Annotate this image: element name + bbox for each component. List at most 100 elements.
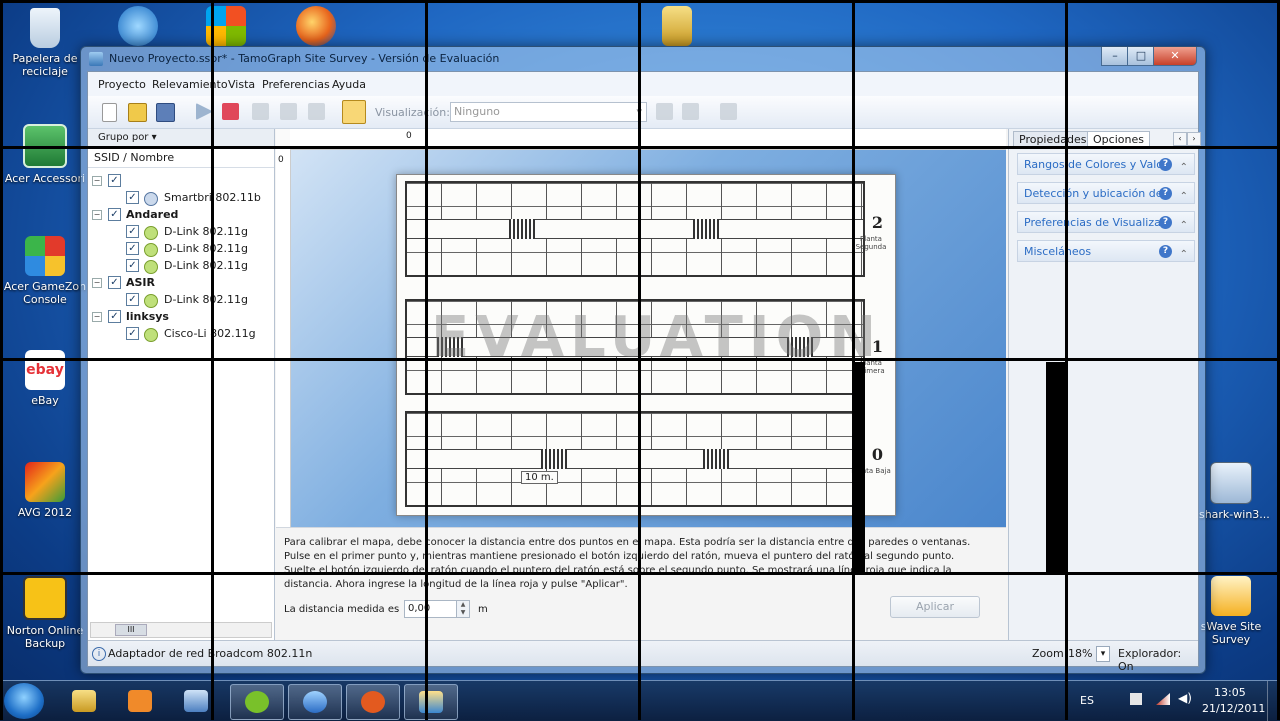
help-icon[interactable]: ? xyxy=(1159,187,1172,200)
tab-prev-icon[interactable]: ‹ xyxy=(1173,132,1187,146)
section-detection[interactable]: Detección y ubicación de ? ⌃ xyxy=(1017,182,1195,204)
new-file-icon[interactable] xyxy=(102,103,117,122)
route-tool-icon[interactable] xyxy=(280,103,297,120)
tree-ap[interactable]: ✓ D-Link 802.11g xyxy=(92,292,262,308)
taskbar-film[interactable] xyxy=(346,684,400,720)
collapse-icon[interactable]: − xyxy=(92,278,102,288)
help-icon[interactable]: ? xyxy=(1159,245,1172,258)
checkbox[interactable]: ✓ xyxy=(126,242,139,255)
stop-icon[interactable] xyxy=(222,103,239,120)
tree-group[interactable]: − ✓ Andared xyxy=(92,207,262,223)
menu-relevamiento[interactable]: Relevamiento xyxy=(152,78,228,91)
taskbar-network[interactable] xyxy=(170,684,222,718)
ie-icon[interactable] xyxy=(118,6,158,46)
taskbar-thunderbird[interactable] xyxy=(288,684,342,720)
tree-ap[interactable]: ✓ D-Link 802.11g xyxy=(92,224,262,240)
apply-button[interactable]: Aplicar xyxy=(890,596,980,618)
checkbox[interactable]: ✓ xyxy=(108,174,121,187)
ssid-column-header[interactable]: SSID / Nombre xyxy=(88,149,274,168)
tree-ap[interactable]: ✓ Cisco-Li 802.11g xyxy=(92,326,262,342)
title-bar[interactable]: Nuevo Proyecto.sspr* - TamoGraph Site Su… xyxy=(81,47,1205,71)
menu-vista[interactable]: Vista xyxy=(228,78,255,91)
walk-tool-icon[interactable] xyxy=(308,103,325,120)
tree-group[interactable]: − ✓ linksys xyxy=(92,309,262,325)
ap-tool-icon[interactable] xyxy=(656,103,673,120)
desktop-icon-avg[interactable]: AVG 2012 xyxy=(2,462,88,519)
open-folder-icon[interactable] xyxy=(128,103,147,122)
scroll-thumb[interactable]: III xyxy=(115,624,147,636)
play-icon[interactable] xyxy=(196,103,213,120)
desktop-icon-norton[interactable]: Norton Online Backup xyxy=(2,576,88,650)
checkbox[interactable]: ✓ xyxy=(126,327,139,340)
collapse-section-icon[interactable]: ⌃ xyxy=(1180,186,1188,208)
folder-icon[interactable] xyxy=(662,6,692,46)
calibrate-tool-icon[interactable] xyxy=(342,100,366,124)
desktop-icon-recycle-bin[interactable]: Papelera de reciclaje xyxy=(2,8,88,78)
checkbox[interactable]: ✓ xyxy=(126,225,139,238)
clock-time[interactable]: 13:05 xyxy=(1214,686,1246,699)
tree-ap[interactable]: ✓ D-Link 802.11g xyxy=(92,258,262,274)
checkbox[interactable]: ✓ xyxy=(108,208,121,221)
close-button[interactable]: ✕ xyxy=(1153,47,1197,66)
zoom-dropdown-icon[interactable]: ▾ xyxy=(1096,646,1110,662)
show-desktop-button[interactable] xyxy=(1267,681,1280,721)
tab-propiedades[interactable]: Propiedades xyxy=(1013,131,1093,148)
tab-next-icon[interactable]: › xyxy=(1187,132,1201,146)
calibration-panel: Para calibrar el mapa, debe conocer la d… xyxy=(276,527,1006,640)
taskbar-spotify[interactable] xyxy=(230,684,284,720)
desktop-icon-acer[interactable]: Acer Accessori xyxy=(2,124,88,185)
collapse-section-icon[interactable]: ⌃ xyxy=(1180,244,1188,266)
flag-icon[interactable] xyxy=(1130,693,1142,705)
start-button[interactable] xyxy=(4,683,44,719)
wifi-signal-icon[interactable] xyxy=(1156,693,1170,705)
horizontal-scrollbar[interactable]: III xyxy=(90,622,272,638)
visualization-select[interactable]: Ninguno xyxy=(450,102,647,122)
section-visualization-prefs[interactable]: Preferencias de Visualizac ? ⌃ xyxy=(1017,211,1195,233)
survey-tool-icon[interactable] xyxy=(252,103,269,120)
menu-preferencias[interactable]: Preferencias xyxy=(262,78,330,91)
zoom-value[interactable]: 18% xyxy=(1068,647,1092,660)
menu-proyecto[interactable]: Proyecto xyxy=(98,78,146,91)
collapse-section-icon[interactable]: ⌃ xyxy=(1180,215,1188,237)
group-by-dropdown[interactable]: Grupo por ▾ xyxy=(88,129,274,148)
collapse-section-icon[interactable]: ⌃ xyxy=(1180,157,1188,179)
section-label: Rangos de Colores y Valo xyxy=(1024,158,1163,171)
language-indicator[interactable]: ES xyxy=(1080,694,1094,707)
taskbar-tamograph[interactable] xyxy=(404,684,458,720)
windows-icon[interactable] xyxy=(206,6,246,46)
maximize-button[interactable]: □ xyxy=(1127,47,1155,66)
collapse-icon[interactable]: − xyxy=(92,210,102,220)
collapse-icon[interactable]: − xyxy=(92,176,102,186)
help-icon[interactable]: ? xyxy=(1159,216,1172,229)
tree-group[interactable]: − ✓ ASIR xyxy=(92,275,262,291)
report-icon[interactable] xyxy=(720,103,737,120)
collapse-icon[interactable]: − xyxy=(92,312,102,322)
taskbar-explorer[interactable] xyxy=(58,684,110,718)
map-canvas[interactable]: 2 Planta Segunda 1 Planta Primera 0 Plan… xyxy=(291,150,1006,528)
distance-spinner[interactable]: ▲ ▼ xyxy=(456,600,470,618)
tab-opciones[interactable]: Opciones xyxy=(1087,131,1150,148)
section-misc[interactable]: Misceláneos ? ⌃ xyxy=(1017,240,1195,262)
help-icon[interactable]: ? xyxy=(1159,158,1172,171)
tree-ap[interactable]: ✓ Smartbri 802.11b xyxy=(92,190,262,206)
menu-ayuda[interactable]: Ayuda xyxy=(332,78,366,91)
checkbox[interactable]: ✓ xyxy=(126,293,139,306)
volume-icon[interactable]: ◀) xyxy=(1178,691,1192,705)
firefox-icon[interactable] xyxy=(296,6,336,46)
checkbox[interactable]: ✓ xyxy=(126,259,139,272)
minimize-button[interactable]: – xyxy=(1101,47,1129,66)
window-title: Nuevo Proyecto.sspr* - TamoGraph Site Su… xyxy=(109,52,500,65)
checkbox[interactable]: ✓ xyxy=(108,276,121,289)
checkbox[interactable]: ✓ xyxy=(126,191,139,204)
tree-group[interactable]: − ✓ xyxy=(92,173,262,189)
checkbox[interactable]: ✓ xyxy=(108,310,121,323)
desktop-icon-gamezone[interactable]: Acer GameZon Console xyxy=(2,236,88,306)
distance-input[interactable]: 0,00 xyxy=(404,600,459,618)
clock-date[interactable]: 21/12/2011 xyxy=(1202,702,1265,715)
save-icon[interactable] xyxy=(156,103,175,122)
taskbar-media[interactable] xyxy=(114,684,166,718)
link-tool-icon[interactable] xyxy=(682,103,699,120)
tree-ap[interactable]: ✓ D-Link 802.11g xyxy=(92,241,262,257)
desktop-icon-ebay[interactable]: ebay eBay xyxy=(2,350,88,407)
section-color-ranges[interactable]: Rangos de Colores y Valo ? ⌃ xyxy=(1017,153,1195,175)
